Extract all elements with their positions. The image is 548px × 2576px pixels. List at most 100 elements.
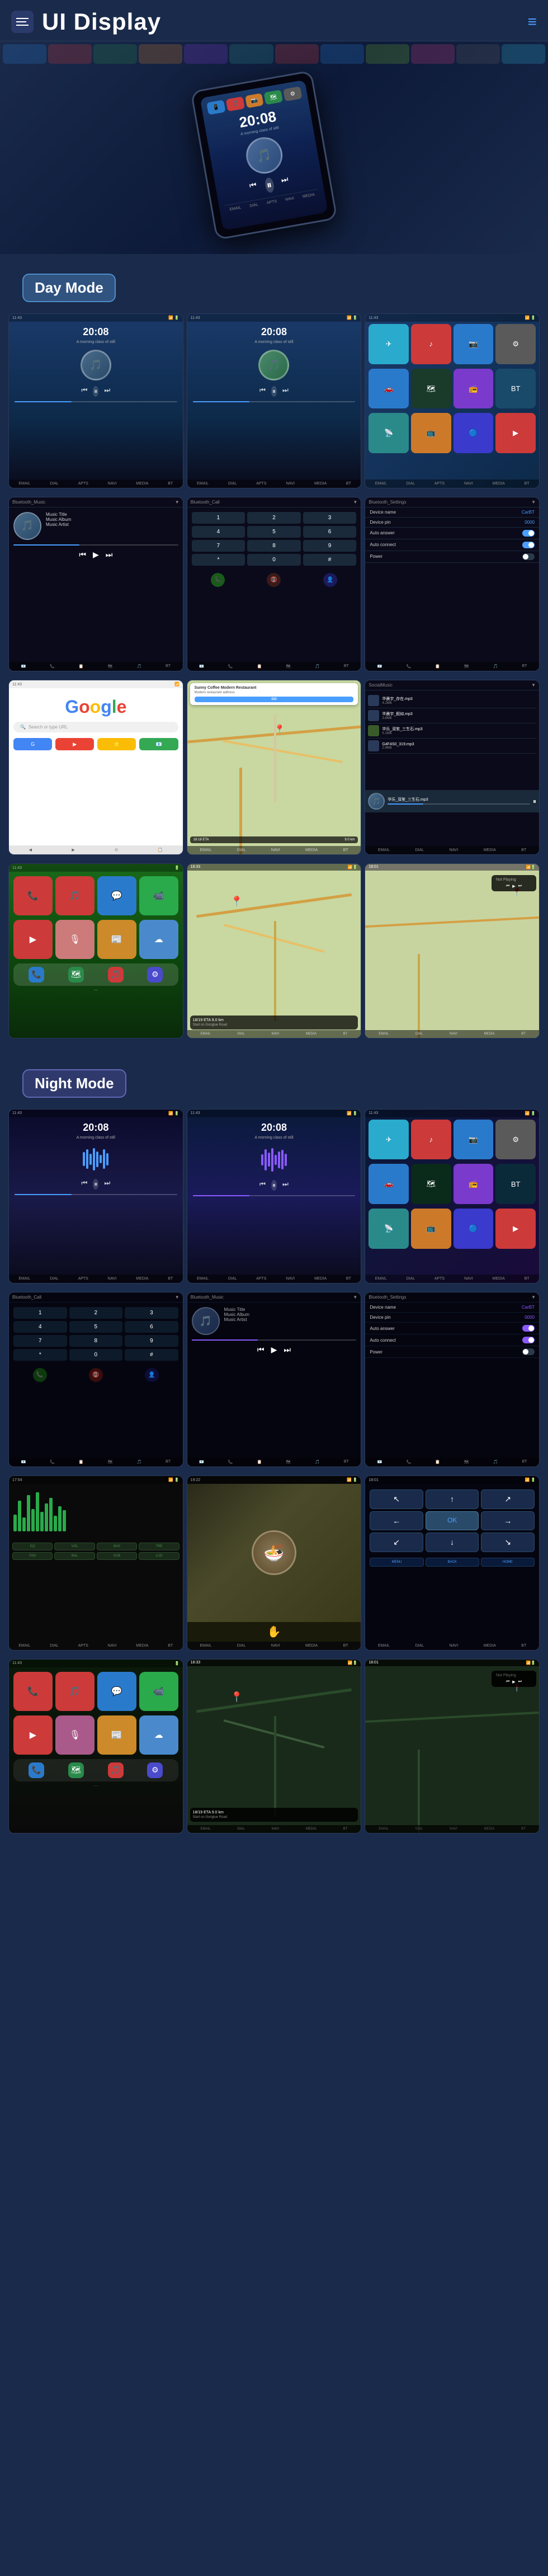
nav-apts[interactable]: APTS <box>267 200 277 205</box>
app-6[interactable]: ▶ <box>495 413 536 453</box>
nav-arrows-grid[interactable]: ↖ ↑ ↗ ← OK → ↙ ↓ ↘ <box>365 1484 539 1558</box>
nav-dial-1[interactable]: DIAL <box>50 482 59 486</box>
night-call-btn[interactable]: 📞 <box>33 1368 47 1382</box>
night-auto-connect-toggle[interactable] <box>522 1337 535 1343</box>
night-keypad[interactable]: 1 2 3 4 5 6 7 8 9 * 0 # <box>9 1303 183 1365</box>
nav-navi-1[interactable]: NAVI <box>108 482 117 486</box>
social-play[interactable]: ⏸ <box>533 797 536 806</box>
key-star[interactable]: * <box>192 554 245 566</box>
iphone-phone[interactable]: 📞 <box>13 876 53 915</box>
device-name-value[interactable]: CarBT <box>522 510 535 515</box>
nav-apts-2[interactable]: APTS <box>256 482 266 486</box>
night-prev-1[interactable]: ⏮ <box>82 1179 88 1190</box>
night-power-toggle[interactable] <box>522 1348 535 1355</box>
dock-maps[interactable]: 🗺 <box>68 967 84 983</box>
dock-settings[interactable]: ⚙ <box>147 967 163 983</box>
night-dock-settings[interactable]: ⚙ <box>147 1762 163 1778</box>
not-playing-controls[interactable]: ⏮ ▶ ⏭ <box>496 884 532 889</box>
night-device-pin-value[interactable]: 0000 <box>525 1315 535 1320</box>
night-np-next[interactable]: ⏭ <box>518 1680 522 1684</box>
key-7[interactable]: 7 <box>192 540 245 552</box>
night-iphone-music[interactable]: 🎵 <box>55 1672 95 1711</box>
night-key-5[interactable]: 5 <box>69 1321 123 1333</box>
np-prev[interactable]: ⏮ <box>506 884 509 889</box>
key-hash[interactable]: # <box>303 554 357 566</box>
night-iphone-youtube[interactable]: ▶ <box>13 1715 53 1755</box>
auto-answer-row[interactable]: Auto answer <box>365 528 539 539</box>
arrow-down[interactable]: ↓ <box>426 1533 479 1552</box>
night-app-4[interactable]: ⚙ <box>495 1120 536 1160</box>
google-app-3[interactable]: ⭐ <box>97 738 136 750</box>
iphone-facetime[interactable]: 📹 <box>139 876 178 915</box>
night-key-star[interactable]: * <box>13 1349 67 1361</box>
func-2[interactable]: BACK <box>426 1558 479 1567</box>
app-icon-phone[interactable]: 📷 <box>453 324 494 364</box>
nav-bt-2[interactable]: BT <box>346 482 351 486</box>
social-item-2[interactable]: 华晨宇_假如.mp3 3.8MB <box>368 708 536 723</box>
social-item-4[interactable]: G4F4S0_319.mp3 2.9MB <box>368 739 536 754</box>
nav-apts-1[interactable]: APTS <box>78 482 88 486</box>
night-iphone-msg[interactable]: 💬 <box>97 1672 136 1711</box>
func-buttons[interactable]: MENU BACK HOME <box>365 1558 539 1570</box>
app-4[interactable]: 📺 <box>411 413 451 453</box>
app-radio[interactable]: 📻 <box>453 369 494 409</box>
app-icon-settings[interactable]: ⚙ <box>495 324 536 364</box>
auto-connect-row[interactable]: Auto connect <box>365 539 539 551</box>
contacts-btn[interactable]: 👤 <box>323 573 337 587</box>
nw-btn-7[interactable]: SUB <box>97 1552 137 1560</box>
app-5[interactable]: 🔵 <box>453 413 494 453</box>
play-icon[interactable]: ⏸ <box>93 386 98 397</box>
hangup-btn[interactable]: 📵 <box>267 573 281 587</box>
key-6[interactable]: 6 <box>303 526 357 538</box>
device-pin-value[interactable]: 0000 <box>525 520 535 525</box>
nav-media[interactable]: MEDIA <box>303 193 315 199</box>
iphone-music[interactable]: 🎵 <box>55 876 95 915</box>
night-key-6[interactable]: 6 <box>125 1321 178 1333</box>
night-device-name-value[interactable]: CarBT <box>522 1305 535 1310</box>
social-playback-controls[interactable]: 🎵 华乐_双笙_三生石.mp3 ⏸ <box>368 793 536 810</box>
night-app-10[interactable]: 📺 <box>411 1209 451 1249</box>
night-key-hash[interactable]: # <box>125 1349 178 1361</box>
key-0[interactable]: 0 <box>247 554 301 566</box>
night-key-8[interactable]: 8 <box>69 1335 123 1347</box>
arrow-up-right[interactable]: ↗ <box>481 1489 535 1509</box>
night-prev-2[interactable]: ⏮ <box>259 1180 266 1191</box>
night-key-0[interactable]: 0 <box>69 1349 123 1361</box>
arrow-up-left[interactable]: ↖ <box>370 1489 423 1509</box>
night-key-4[interactable]: 4 <box>13 1321 67 1333</box>
iphone-app4[interactable]: ☁ <box>139 920 178 959</box>
night-np-prev[interactable]: ⏮ <box>506 1680 509 1684</box>
nw-btn-3[interactable]: BAS <box>97 1543 137 1550</box>
app-waze[interactable]: 🚗 <box>369 369 409 409</box>
night-key-7[interactable]: 7 <box>13 1335 67 1347</box>
night-iphone-facetime[interactable]: 📹 <box>139 1672 178 1711</box>
night-key-2[interactable]: 2 <box>69 1307 123 1319</box>
night-dock-music[interactable]: 🎵 <box>108 1762 124 1778</box>
func-1[interactable]: MENU <box>370 1558 423 1567</box>
app-bt[interactable]: BT <box>495 369 536 409</box>
night-bt-play[interactable]: ▶ <box>271 1345 277 1355</box>
nav-menu-icon[interactable]: ≡ <box>528 13 537 31</box>
dock-phone[interactable]: 📞 <box>29 967 44 983</box>
call-btn[interactable]: 📞 <box>211 573 225 587</box>
night-contacts-btn[interactable]: 👤 <box>145 1368 159 1382</box>
night-app-2[interactable]: ♪ <box>411 1120 451 1160</box>
nav-navi[interactable]: NAVI <box>285 196 295 202</box>
night-iphone-cloud[interactable]: ☁ <box>139 1715 178 1755</box>
bt-music-controls[interactable]: ⏮ ▶ ⏭ <box>9 546 183 564</box>
nw-btn-8[interactable]: LUD <box>139 1552 179 1560</box>
key-8[interactable]: 8 <box>247 540 301 552</box>
iphone-app3[interactable]: 📰 <box>97 920 136 959</box>
nav-bt-1[interactable]: BT <box>168 482 173 486</box>
map-go-btn[interactable]: GO <box>195 697 354 702</box>
google-app-1[interactable]: G <box>13 738 52 750</box>
google-search-bar[interactable]: 🔍Search or type URL <box>13 722 178 732</box>
call-actions[interactable]: 📞 📵 👤 <box>187 570 361 590</box>
arrow-down-right[interactable]: ↘ <box>481 1533 535 1552</box>
prev-icon-2[interactable]: ⏮ <box>259 386 266 397</box>
play-icon-2[interactable]: ⏸ <box>271 386 277 397</box>
play-btn[interactable]: ⏸ <box>264 177 275 193</box>
night-iphone-phone[interactable]: 📞 <box>13 1672 53 1711</box>
nav-email[interactable]: EMAIL <box>229 206 242 212</box>
night-app-7[interactable]: 📻 <box>453 1164 494 1204</box>
